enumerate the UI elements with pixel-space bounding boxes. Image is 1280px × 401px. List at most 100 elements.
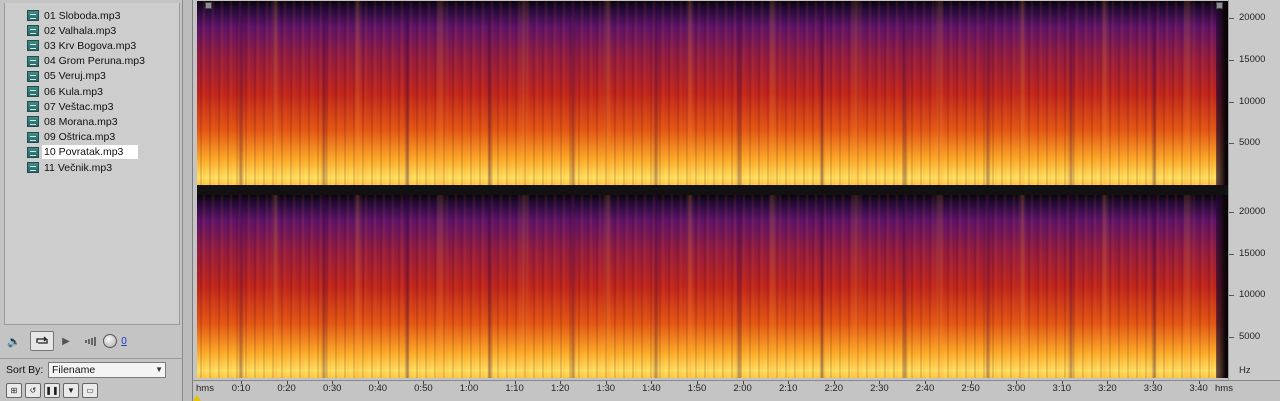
time-label: 1:40 <box>642 383 661 394</box>
volume-knob[interactable] <box>102 331 118 351</box>
loop-icon <box>36 336 48 344</box>
file-name: 08 Morana.mp3 <box>44 115 118 128</box>
audio-file-icon <box>27 162 39 173</box>
file-item[interactable]: 06 Kula.mp3 <box>5 84 181 99</box>
sort-area: Sort By: Filename ▼ ⊞ ↺ ❚❚ ▼ ▭ <box>0 358 183 401</box>
time-unit-label-start: hms <box>196 383 214 394</box>
panel-splitter[interactable] <box>183 0 193 401</box>
time-label: 3:30 <box>1143 383 1163 394</box>
hz-tick <box>1229 336 1234 338</box>
time-label: 0:50 <box>414 383 433 394</box>
file-item[interactable]: 08 Morana.mp3 <box>5 114 181 129</box>
add-button[interactable]: ⊞ <box>6 383 22 398</box>
audio-file-icon <box>27 116 39 128</box>
time-label: 2:10 <box>778 383 798 394</box>
hz-label: 10000 <box>1239 289 1266 300</box>
sort-value: Filename <box>52 364 96 376</box>
time-unit-label-end: hms <box>1215 383 1233 394</box>
audio-file-icon <box>27 40 39 52</box>
time-label: 3:20 <box>1098 383 1117 394</box>
zoom-handle-left[interactable] <box>205 2 212 9</box>
spectrogram-channel-left[interactable] <box>197 1 1228 185</box>
refresh-button[interactable]: ↺ <box>25 383 41 398</box>
file-item[interactable]: 07 Veštac.mp3 <box>5 99 181 114</box>
time-label: 3:40 <box>1189 383 1208 394</box>
file-item[interactable]: 05 Veruj.mp3 <box>5 69 181 84</box>
file-panel: 01 Sloboda.mp3 02 Valhala.mp3 03 Krv Bogov… <box>0 0 183 401</box>
transport-controls: 🔈 ▶ 0 <box>4 330 180 352</box>
audio-file-icon <box>27 55 39 67</box>
channel-separator <box>197 185 1228 195</box>
hz-label: 10000 <box>1239 95 1266 107</box>
file-name: 04 Grom Peruna.mp3 <box>44 55 145 68</box>
hz-tick <box>1229 295 1234 296</box>
time-label: 3:10 <box>1052 383 1072 394</box>
file-name: 05 Veruj.mp3 <box>44 70 106 83</box>
file-item[interactable]: 10 Povratak.mp3 <box>5 145 181 160</box>
time-label: 0:30 <box>322 383 342 394</box>
time-label: 0:40 <box>368 383 388 394</box>
frequency-ruler: 20000 15000 10000 5000 20000 15000 10000 5000 Hz <box>1228 0 1280 380</box>
volume-level-icon <box>84 331 98 351</box>
audio-file-icon <box>27 70 39 82</box>
hz-tick <box>1229 101 1234 103</box>
hz-tick <box>1229 59 1234 61</box>
pause-button[interactable]: ❚❚ <box>44 383 60 398</box>
time-label: 2:30 <box>870 383 889 394</box>
time-ruler[interactable]: hms 0:10 0:20 0:30 0:40 0:50 1:00 1:10 1:20 1:30 1… <box>193 380 1280 401</box>
volume-value[interactable]: 0 <box>120 331 128 351</box>
panel-buttons: ⊞ ↺ ❚❚ ▼ ▭ <box>6 383 98 399</box>
audio-file-icon <box>27 25 39 37</box>
time-label: 2:20 <box>824 383 844 394</box>
time-label: 1:00 <box>459 383 479 394</box>
file-name: 02 Valhala.mp3 <box>44 24 117 37</box>
filter-button[interactable]: ▼ <box>63 383 79 398</box>
file-item[interactable]: 02 Valhala.mp3 <box>5 23 181 38</box>
time-label: 1:30 <box>596 383 616 394</box>
file-item[interactable]: 09 Oštrica.mp3 <box>5 130 181 145</box>
audio-file-icon <box>27 10 39 21</box>
time-label: 1:50 <box>687 383 707 394</box>
time-label: 3:00 <box>1006 383 1026 394</box>
time-label: 2:00 <box>733 383 752 394</box>
file-name: 01 Sloboda.mp3 <box>44 9 121 22</box>
file-item[interactable]: 01 Sloboda.mp3 <box>5 8 181 23</box>
hz-tick <box>1229 143 1234 145</box>
speaker-icon[interactable]: 🔈 <box>6 331 22 351</box>
file-name: 06 Kula.mp3 <box>44 85 103 98</box>
time-label: 0:20 <box>277 383 296 394</box>
time-label: 2:50 <box>961 383 980 394</box>
audio-file-icon <box>27 146 39 158</box>
file-item[interactable]: 11 Večnik.mp3 <box>5 160 181 175</box>
time-label: 0:10 <box>231 383 251 394</box>
hz-tick <box>1229 18 1234 20</box>
audio-file-icon <box>27 86 39 97</box>
sort-select[interactable]: Filename ▼ <box>48 362 166 378</box>
zoom-handle-right[interactable] <box>1216 2 1223 9</box>
file-item[interactable]: 03 Krv Bogova.mp3 <box>5 38 181 53</box>
spectrogram-view[interactable]: 20000 15000 10000 5000 20000 15000 10000 5000 Hz <box>193 0 1280 380</box>
hz-label: 20000 <box>1239 206 1266 217</box>
file-item[interactable]: 04 Grom Peruna.mp3 <box>5 54 181 69</box>
time-label: 1:20 <box>550 383 570 394</box>
hz-label: 15000 <box>1239 247 1266 259</box>
time-label: 2:40 <box>915 383 935 394</box>
file-name: 11 Večnik.mp3 <box>44 161 113 174</box>
hz-label: 5000 <box>1239 330 1261 342</box>
hz-tick <box>1229 212 1234 213</box>
play-button[interactable]: ▶ <box>60 331 72 351</box>
hz-label: 15000 <box>1239 53 1266 65</box>
hz-label: 20000 <box>1239 12 1266 24</box>
clip-button[interactable]: ▭ <box>82 383 98 398</box>
file-name: 10 Povratak.mp3 <box>42 145 138 160</box>
spectrogram-channel-right[interactable] <box>197 195 1228 378</box>
sort-label: Sort By: <box>6 364 44 376</box>
chevron-down-icon: ▼ <box>155 365 163 374</box>
file-list[interactable]: 01 Sloboda.mp3 02 Valhala.mp3 03 Krv Bogov… <box>4 3 180 325</box>
playhead-marker[interactable] <box>193 395 201 401</box>
hz-tick <box>1229 253 1234 255</box>
file-name: 07 Veštac.mp3 <box>44 100 114 113</box>
loop-button[interactable] <box>30 331 54 351</box>
file-name: 03 Krv Bogova.mp3 <box>44 39 137 52</box>
hz-label: 5000 <box>1239 137 1261 149</box>
